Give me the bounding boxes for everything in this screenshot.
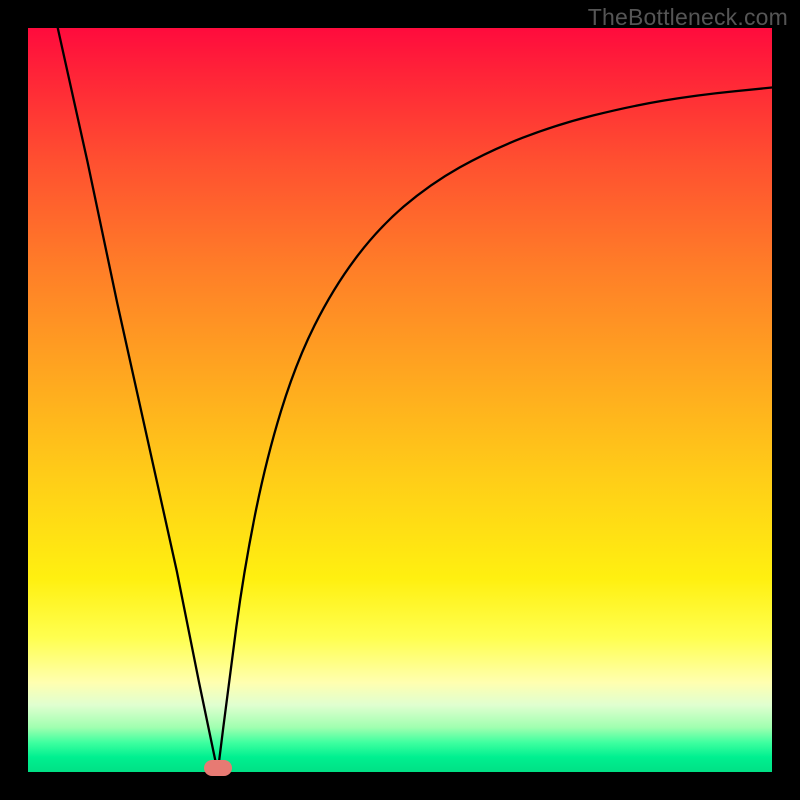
bottleneck-curve	[28, 28, 772, 772]
bottleneck-marker	[204, 760, 232, 776]
watermark-text: TheBottleneck.com	[588, 4, 788, 31]
outer-frame: TheBottleneck.com	[0, 0, 800, 800]
plot-area	[28, 28, 772, 772]
